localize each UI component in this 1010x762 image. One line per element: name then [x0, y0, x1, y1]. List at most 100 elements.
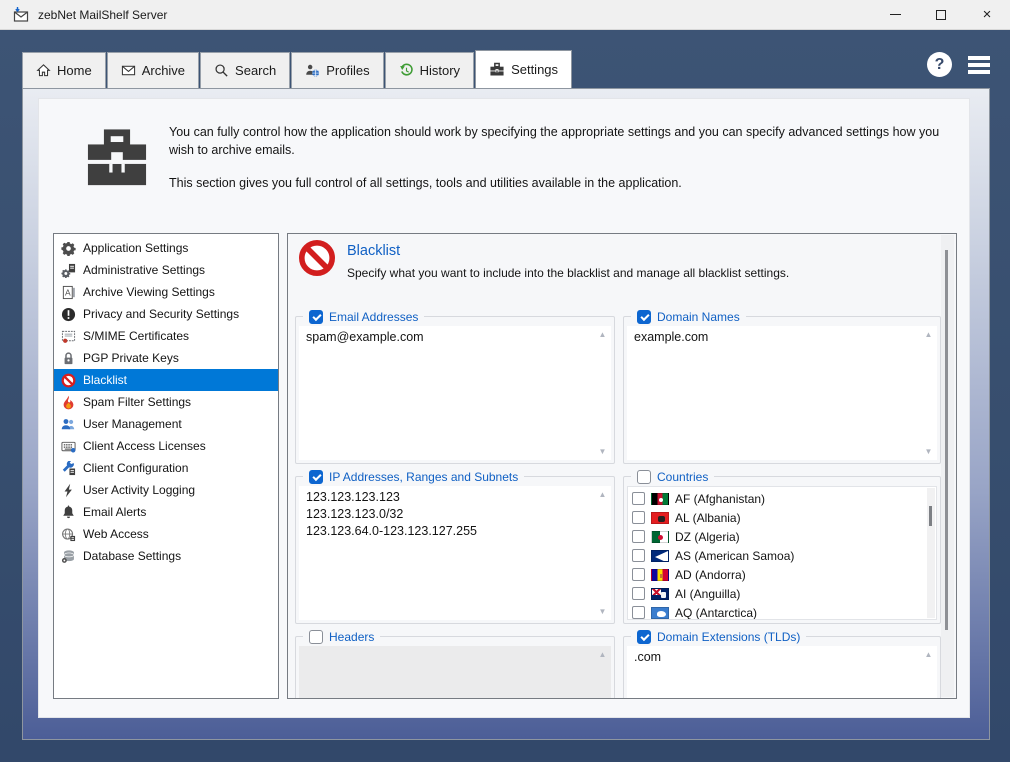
- tab-home[interactable]: Home: [22, 52, 106, 88]
- domain-names-checkbox[interactable]: [637, 309, 651, 324]
- headers-checkbox[interactable]: [309, 629, 323, 644]
- panel-scrollbar[interactable]: [941, 235, 954, 697]
- gear-icon: [60, 240, 76, 256]
- sidebar-item-spam-filter-settings[interactable]: Spam Filter Settings: [54, 391, 278, 413]
- group-domain-extensions: Domain Extensions (TLDs) .com ▲▼: [623, 628, 941, 698]
- intro-paragraph-2: This section gives you full control of a…: [169, 176, 682, 191]
- domain-extensions-textarea[interactable]: .com ▲▼: [627, 646, 937, 698]
- sidebar-item-web-access[interactable]: Web Access: [54, 523, 278, 545]
- sidebar-item-client-access-licenses[interactable]: Client Access Licenses: [54, 435, 278, 457]
- email-addresses-textarea[interactable]: spam@example.com ▲ ▼: [299, 326, 611, 460]
- country-row-as[interactable]: AS (American Samoa): [628, 546, 936, 565]
- lightning-icon: [60, 482, 76, 498]
- country-dz-checkbox[interactable]: [632, 530, 645, 543]
- tab-history[interactable]: History: [384, 52, 475, 88]
- sidebar-item-smime-certificates[interactable]: S/MIME Certificates: [54, 325, 278, 347]
- sidebar-item-user-management[interactable]: User Management: [54, 413, 278, 435]
- person-globe-icon: [306, 64, 320, 77]
- tab-profiles[interactable]: Profiles: [291, 52, 384, 88]
- country-row-ai[interactable]: AI (Anguilla): [628, 584, 936, 603]
- country-ai-checkbox[interactable]: [632, 587, 645, 600]
- country-row-dz[interactable]: DZ (Algeria): [628, 527, 936, 546]
- country-ad-checkbox[interactable]: [632, 568, 645, 581]
- toolbox-header-icon: [81, 117, 153, 199]
- andorra-flag-icon: [651, 568, 669, 581]
- scroll-up-icon[interactable]: ▲: [594, 490, 611, 499]
- tab-bar: Home Archive Search Profiles History Set…: [22, 50, 573, 88]
- sidebar-item-application-settings[interactable]: Application Settings: [54, 237, 278, 259]
- sidebar-item-database-settings[interactable]: Database Settings: [54, 545, 278, 567]
- country-as-checkbox[interactable]: [632, 549, 645, 562]
- sidebar-item-blacklist[interactable]: Blacklist: [54, 369, 278, 391]
- countries-checkbox[interactable]: [637, 469, 651, 484]
- sidebar-item-archive-viewing-settings[interactable]: A Archive Viewing Settings: [54, 281, 278, 303]
- ip-addresses-textarea[interactable]: 123.123.123.123 123.123.123.0/32 123.123…: [299, 486, 611, 620]
- scrollbar[interactable]: ▲▼: [920, 646, 937, 698]
- country-aq-checkbox[interactable]: [632, 606, 645, 619]
- country-al-checkbox[interactable]: [632, 511, 645, 524]
- tab-search[interactable]: Search: [200, 52, 291, 88]
- settings-category-list: Application Settings Administrative Sett…: [53, 233, 279, 699]
- blacklist-no-entry-icon: [298, 239, 336, 277]
- scrollbar-thumb[interactable]: [929, 506, 932, 526]
- database-icon: [60, 548, 76, 564]
- scroll-down-icon[interactable]: ▼: [594, 447, 611, 456]
- email-addresses-label: Email Addresses: [329, 309, 419, 324]
- envelope-icon: [121, 65, 135, 76]
- scrollbar[interactable]: ▲▼: [594, 486, 611, 620]
- bell-icon: [60, 504, 76, 520]
- country-af-checkbox[interactable]: [632, 492, 645, 505]
- sidebar-item-privacy-security-settings[interactable]: Privacy and Security Settings: [54, 303, 278, 325]
- antarctica-flag-icon: [651, 606, 669, 619]
- countries-list: AF (Afghanistan) AL (Albania) DZ (Algeri…: [627, 486, 937, 620]
- certificate-icon: [60, 328, 76, 344]
- maximize-button[interactable]: [918, 0, 964, 30]
- headers-label: Headers: [329, 629, 375, 644]
- intro-paragraph-1: You can fully control how the applicatio…: [169, 125, 940, 158]
- scroll-up-icon[interactable]: ▲: [920, 650, 937, 659]
- panel-scrollbar-thumb[interactable]: [945, 250, 948, 630]
- home-icon: [36, 64, 51, 77]
- country-row-aq[interactable]: AQ (Antarctica): [628, 603, 936, 619]
- sidebar-item-pgp-private-keys[interactable]: PGP Private Keys: [54, 347, 278, 369]
- countries-label: Countries: [657, 469, 709, 484]
- ip-addresses-checkbox[interactable]: [309, 469, 323, 484]
- anguilla-flag-icon: [651, 587, 669, 600]
- scrollbar[interactable]: ▲▼: [920, 326, 937, 460]
- title-bar: zebNet MailShelf Server ×: [0, 0, 1010, 30]
- hamburger-icon: [968, 55, 990, 60]
- scroll-up-icon[interactable]: ▲: [594, 330, 611, 339]
- scrollbar[interactable]: ▲▼: [594, 326, 611, 460]
- tab-archive[interactable]: Archive: [106, 52, 200, 88]
- sidebar-item-client-configuration[interactable]: Client Configuration: [54, 457, 278, 479]
- minimize-icon: [889, 14, 901, 15]
- sidebar-item-email-alerts[interactable]: Email Alerts: [54, 501, 278, 523]
- help-button[interactable]: ?: [927, 52, 952, 77]
- menu-button[interactable]: [968, 55, 990, 74]
- minimize-button[interactable]: [872, 0, 918, 30]
- tab-settings[interactable]: Settings: [475, 50, 573, 88]
- document-a-icon: A: [60, 284, 76, 300]
- settings-tab-page: You can fully control how the applicatio…: [22, 88, 990, 740]
- settings-intro-text: You can fully control how the applicatio…: [169, 123, 959, 192]
- scroll-down-icon[interactable]: ▼: [594, 607, 611, 616]
- exclamation-circle-icon: [60, 306, 76, 322]
- close-button[interactable]: ×: [964, 0, 1010, 30]
- country-row-al[interactable]: AL (Albania): [628, 508, 936, 527]
- settings-content-panel: You can fully control how the applicatio…: [38, 98, 970, 718]
- gear-document-icon: [60, 262, 76, 278]
- country-row-ad[interactable]: AD (Andorra): [628, 565, 936, 584]
- domain-names-textarea[interactable]: example.com ▲ ▼: [627, 326, 937, 460]
- padlock-icon: [60, 350, 76, 366]
- panel-description: Specify what you want to include into th…: [347, 266, 790, 280]
- domain-extensions-label: Domain Extensions (TLDs): [657, 629, 801, 644]
- question-mark-icon: ?: [934, 55, 945, 73]
- domain-extensions-checkbox[interactable]: [637, 629, 651, 644]
- country-row-af[interactable]: AF (Afghanistan): [628, 489, 936, 508]
- scroll-up-icon[interactable]: ▲: [920, 330, 937, 339]
- sidebar-item-user-activity-logging[interactable]: User Activity Logging: [54, 479, 278, 501]
- countries-scrollbar[interactable]: [927, 488, 935, 618]
- sidebar-item-administrative-settings[interactable]: Administrative Settings: [54, 259, 278, 281]
- email-addresses-checkbox[interactable]: [309, 309, 323, 324]
- scroll-down-icon[interactable]: ▼: [920, 447, 937, 456]
